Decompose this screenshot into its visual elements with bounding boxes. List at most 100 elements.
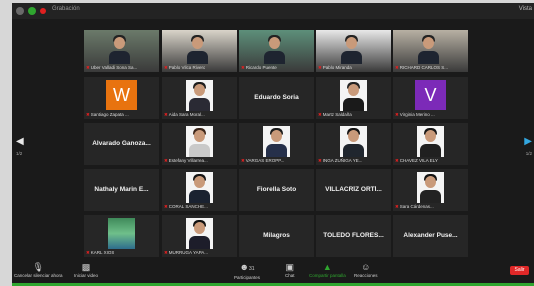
participant-tile[interactable]: W ✖Santiago Zapata ...	[84, 77, 159, 119]
muted-mic-icon: ✖	[395, 158, 399, 163]
security-shield-icon[interactable]	[28, 7, 36, 15]
participants-label: Participantes	[234, 275, 261, 280]
participant-tile[interactable]: ✖Martz Saldaña	[316, 77, 391, 119]
next-page-arrow-icon[interactable]: ▶	[524, 136, 532, 147]
head	[346, 37, 357, 49]
participant-tile[interactable]: ✖Pablo Miranda	[316, 30, 391, 72]
mute-button[interactable]: 🎙 Cancelar silenciar ahora	[14, 262, 63, 278]
participant-tile[interactable]: ✖VARGAS EROPP...	[239, 123, 314, 165]
participant-tile[interactable]: Alvarado Ganoza...	[84, 123, 159, 165]
head	[194, 84, 205, 96]
participant-tile[interactable]: VILLACRÍZ ORTÍ...	[316, 169, 391, 211]
leave-button[interactable]: Salir	[510, 266, 529, 275]
torso	[341, 51, 362, 64]
participant-name-label: ✖Martz Saldaña	[318, 112, 352, 118]
torso	[343, 144, 364, 157]
profile-photo	[340, 126, 367, 157]
participant-tile[interactable]: V ✖Virginia Merino ...	[393, 77, 468, 119]
participant-name: INGA ZUÑIGA YE...	[322, 158, 363, 163]
muted-mic-icon: ✖	[86, 112, 90, 117]
participant-display-name: Alexander Puse...	[403, 232, 458, 239]
muted-mic-icon: ✖	[86, 65, 90, 70]
microphone-icon: 🎙	[32, 262, 44, 272]
view-toggle[interactable]: Vista	[519, 6, 532, 12]
participant-name: Pablo Miranda	[322, 65, 352, 70]
muted-mic-icon: ✖	[395, 65, 399, 70]
profile-photo	[417, 126, 444, 157]
profile-photo	[417, 172, 444, 203]
chat-label: Chat	[285, 273, 295, 278]
participant-name: Ricardo Puente	[245, 65, 277, 70]
participant-tile[interactable]: ✖Ricardo Puente	[239, 30, 314, 72]
torso	[264, 51, 285, 64]
torso	[187, 51, 208, 64]
participant-name: RICHARD CARLOS S...	[399, 65, 449, 70]
participant-name: VARGAS EROPP...	[245, 158, 285, 163]
profile-photo	[108, 218, 135, 249]
participant-tile[interactable]: TOLEDO FLORES...	[316, 215, 391, 257]
chat-button[interactable]: ▣ Chat	[285, 262, 295, 278]
participant-name: Virginia Merino ...	[399, 112, 435, 117]
participant-name: Aida Sara Moral...	[168, 112, 205, 117]
page-indicator-left: 1/2	[16, 151, 23, 156]
participant-tile[interactable]: ✖Uber Valladi Sona Sa...	[84, 30, 159, 72]
participant-tile[interactable]: ✖Sara Cárdenas...	[393, 169, 468, 211]
share-screen-button[interactable]: ▲ Compartir pantalla	[309, 262, 346, 278]
mute-label: Cancelar silenciar ahora	[14, 273, 63, 278]
participant-display-name: TOLEDO FLORES...	[323, 232, 384, 239]
participant-name-label: ✖INGA ZUÑIGA YE...	[318, 158, 362, 164]
info-icon[interactable]	[16, 7, 24, 15]
muted-mic-icon: ✖	[241, 158, 245, 163]
head	[194, 176, 205, 188]
participant-display-name: Nathaly Marin E...	[94, 186, 149, 193]
participant-name-label: ✖MURRUGA YAPA...	[164, 250, 208, 256]
participants-button[interactable]: ☻31 Participantes	[234, 262, 260, 280]
participant-tile[interactable]: Fiorella Soto	[239, 169, 314, 211]
participant-name: CHAVEZ VILA ELY	[399, 158, 438, 163]
participant-display-name: Eduardo Soria	[254, 94, 299, 101]
muted-mic-icon: ✖	[164, 250, 168, 255]
participant-name: CORAL SANCHE...	[168, 204, 208, 209]
recording-icon	[40, 8, 46, 14]
previous-page-arrow-icon[interactable]: ◀	[16, 136, 24, 147]
muted-mic-icon: ✖	[164, 204, 168, 209]
participant-name: Pablo Vilca Rivero	[168, 65, 206, 70]
participant-tile[interactable]: Nathaly Marin E...	[84, 169, 159, 211]
participant-tile[interactable]: ✖KARL XIOS	[84, 215, 159, 257]
torso	[418, 51, 439, 64]
participant-name-label: ✖CHAVEZ VILA ELY	[395, 158, 438, 164]
participant-tile[interactable]: Milagros	[239, 215, 314, 257]
profile-photo	[340, 80, 367, 111]
participant-tile[interactable]: Eduardo Soria	[239, 77, 314, 119]
muted-mic-icon: ✖	[318, 112, 322, 117]
participant-tile[interactable]: ✖MURRUGA YAPA...	[162, 215, 237, 257]
head	[269, 37, 280, 49]
reactions-label: Reacciones	[354, 273, 378, 278]
participant-tile[interactable]: ✖CORAL SANCHE...	[162, 169, 237, 211]
participant-name-label: ✖Aida Sara Moral...	[164, 112, 205, 118]
reactions-button[interactable]: ☺ Reacciones	[354, 262, 378, 278]
participant-tile[interactable]: ✖Aida Sara Moral...	[162, 77, 237, 119]
profile-photo	[263, 126, 290, 157]
participant-tile[interactable]: Alexander Puse...	[393, 215, 468, 257]
participant-name: Martz Saldaña	[322, 112, 352, 117]
participant-tile[interactable]: ✖Pablo Vilca Rivero	[162, 30, 237, 72]
head	[348, 130, 359, 142]
participant-tile[interactable]: ✖CHAVEZ VILA ELY	[393, 123, 468, 165]
participant-name: Santiago Zapata ...	[90, 112, 129, 117]
page-indicator-right: 1/2	[525, 151, 532, 156]
profile-photo	[186, 126, 213, 157]
torso	[189, 144, 210, 157]
meeting-toolbar: 🎙 Cancelar silenciar ahora ▩ Iniciar vid…	[12, 259, 534, 283]
torso	[189, 236, 210, 249]
chat-icon: ▣	[285, 262, 295, 272]
muted-mic-icon: ✖	[164, 158, 168, 163]
participant-name-label: ✖Virginia Merino ...	[395, 112, 435, 118]
participant-tile[interactable]: ✖INGA ZUÑIGA YE...	[316, 123, 391, 165]
participant-name-label: ✖Sara Cárdenas...	[395, 204, 434, 210]
participant-tile[interactable]: ✖RICHARD CARLOS S...	[393, 30, 468, 72]
participant-tile[interactable]: ✖Estefany Villarrea...	[162, 123, 237, 165]
torso	[189, 98, 210, 111]
participant-name: Estefany Villarrea...	[168, 158, 208, 163]
start-video-button[interactable]: ▩ Iniciar video	[74, 262, 98, 278]
